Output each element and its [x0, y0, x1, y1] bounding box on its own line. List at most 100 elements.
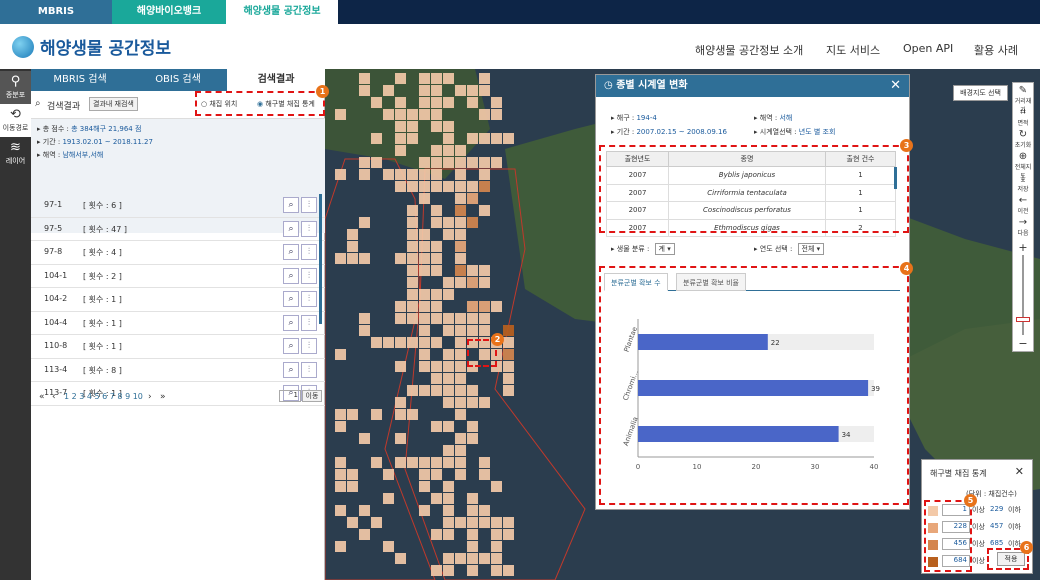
grid-cell[interactable] — [443, 133, 454, 144]
grid-cell[interactable] — [479, 313, 490, 324]
grid-cell[interactable] — [443, 217, 454, 228]
grid-cell[interactable] — [431, 493, 442, 504]
grid-cell[interactable] — [431, 565, 442, 576]
grid-cell[interactable] — [455, 397, 466, 408]
species-distribution-button[interactable]: ⚲ 종분포 — [0, 71, 31, 104]
grid-cell[interactable] — [455, 457, 466, 468]
search-icon[interactable]: ⌕ — [283, 267, 299, 284]
grid-cell[interactable] — [467, 529, 478, 540]
grid-cell[interactable] — [503, 361, 514, 372]
grid-cell[interactable] — [395, 169, 406, 180]
grid-cell[interactable] — [383, 541, 394, 552]
grid-cell[interactable] — [467, 157, 478, 168]
grid-cell[interactable] — [503, 349, 514, 360]
grid-cell[interactable] — [419, 157, 430, 168]
grid-cell[interactable] — [359, 169, 370, 180]
grid-cell[interactable] — [479, 265, 490, 276]
grid-cell[interactable] — [419, 349, 430, 360]
grid-cell[interactable] — [431, 373, 442, 384]
tab-mbris-search[interactable]: MBRIS 검색 — [31, 69, 129, 91]
zoom-in-button[interactable]: + — [1013, 241, 1033, 254]
grid-cell[interactable] — [347, 481, 358, 492]
grid-cell[interactable] — [467, 217, 478, 228]
grid-cell[interactable] — [419, 193, 430, 204]
grid-cell[interactable] — [431, 457, 442, 468]
grid-cell[interactable] — [431, 121, 442, 132]
grid-cell[interactable] — [455, 277, 466, 288]
grid-cell[interactable] — [407, 289, 418, 300]
migration-route-button[interactable]: ⟲ 이동경로 — [0, 104, 31, 137]
grid-cell[interactable] — [407, 229, 418, 240]
grid-cell[interactable] — [455, 157, 466, 168]
grid-cell[interactable] — [443, 229, 454, 240]
grid-cell[interactable] — [383, 469, 394, 480]
zoom-out-button[interactable]: − — [1013, 337, 1033, 350]
grid-cell[interactable] — [503, 337, 514, 348]
grid-cell[interactable] — [467, 553, 478, 564]
grid-cell[interactable] — [335, 169, 346, 180]
grid-cell[interactable] — [467, 493, 478, 504]
grid-cell[interactable] — [419, 325, 430, 336]
grid-cell[interactable] — [419, 181, 430, 192]
year-select[interactable]: ▸ 연도 선택 : 전체 ▾ — [754, 243, 825, 255]
grid-cell[interactable] — [491, 481, 502, 492]
grid-cell[interactable] — [479, 73, 490, 84]
grid-cell[interactable] — [443, 553, 454, 564]
next-page-button[interactable]: › — [148, 392, 152, 402]
grid-cell[interactable] — [335, 109, 346, 120]
grid-cell[interactable] — [455, 241, 466, 252]
result-row[interactable]: 97-8 [ 횟수 : 4 ] ⌕ ⫶ — [31, 241, 325, 265]
grid-cell[interactable] — [443, 289, 454, 300]
grid-cell[interactable] — [479, 553, 490, 564]
grid-cell[interactable] — [431, 289, 442, 300]
grid-cell[interactable] — [467, 505, 478, 516]
grid-cell[interactable] — [503, 325, 514, 336]
grid-cell[interactable] — [407, 313, 418, 324]
grid-cell[interactable] — [455, 373, 466, 384]
grid-cell[interactable] — [335, 409, 346, 420]
search-icon[interactable]: ⌕ — [283, 244, 299, 260]
grid-cell[interactable] — [479, 457, 490, 468]
grid-cell[interactable] — [431, 97, 442, 108]
grid-cell[interactable] — [395, 121, 406, 132]
grid-cell[interactable] — [443, 493, 454, 504]
grid-cell[interactable] — [503, 565, 514, 576]
site-tab-biobank[interactable]: 해양바이오뱅크 — [112, 0, 226, 24]
site-tab-mbris[interactable]: MBRIS — [0, 0, 112, 24]
grid-cell[interactable] — [455, 217, 466, 228]
grid-cell[interactable] — [407, 457, 418, 468]
chart-icon[interactable]: ⫶ — [301, 244, 317, 260]
grid-cell[interactable] — [359, 313, 370, 324]
grid-cell[interactable] — [503, 373, 514, 384]
grid-cell[interactable] — [479, 517, 490, 528]
grid-cell[interactable] — [407, 337, 418, 348]
grid-cell[interactable] — [383, 169, 394, 180]
range-to-value[interactable]: 229 — [990, 505, 1003, 513]
search-icon[interactable]: ⌕ — [283, 338, 299, 354]
grid-cell[interactable] — [395, 457, 406, 468]
grid-cell[interactable] — [455, 85, 466, 96]
grid-cell[interactable] — [419, 385, 430, 396]
grid-cell[interactable] — [479, 397, 490, 408]
chart-icon[interactable]: ⫶ — [301, 267, 317, 284]
gnb-open-api[interactable]: Open API — [903, 42, 953, 55]
grid-cell[interactable] — [431, 85, 442, 96]
grid-cell[interactable] — [455, 145, 466, 156]
range-to-value[interactable]: 685 — [990, 539, 1003, 547]
gnb-use-cases[interactable]: 활용 사례 — [974, 42, 1018, 58]
grid-cell[interactable] — [395, 109, 406, 120]
grid-cell[interactable] — [431, 385, 442, 396]
grid-cell[interactable] — [431, 265, 442, 276]
grid-cell[interactable] — [467, 301, 478, 312]
grid-cell[interactable] — [419, 289, 430, 300]
grid-cell[interactable] — [359, 253, 370, 264]
grid-cell[interactable] — [467, 313, 478, 324]
go-page-button[interactable]: 이동 — [302, 390, 322, 402]
grid-cell[interactable] — [347, 229, 358, 240]
zoom-handle[interactable] — [1016, 317, 1030, 322]
grid-cell[interactable] — [455, 385, 466, 396]
search-icon[interactable]: ⌕ — [283, 197, 299, 213]
grid-cell[interactable] — [443, 325, 454, 336]
grid-cell[interactable] — [455, 349, 466, 360]
grid-cell[interactable] — [455, 517, 466, 528]
